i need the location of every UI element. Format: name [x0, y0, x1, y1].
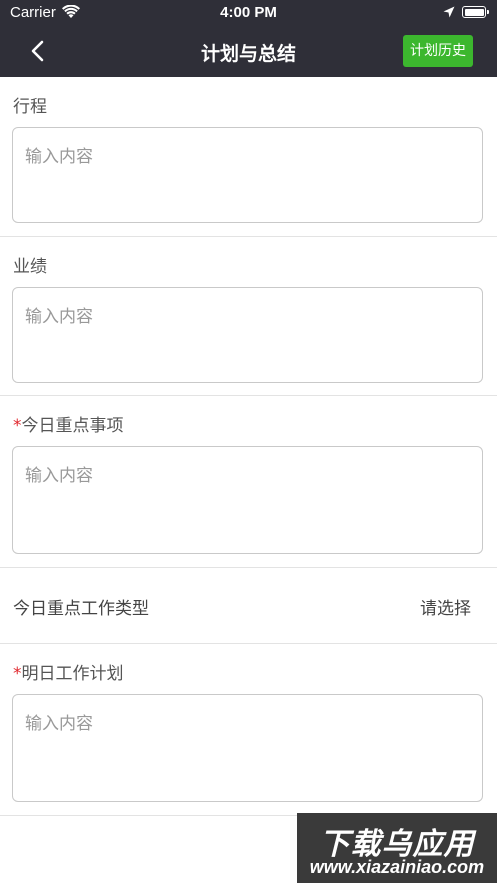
performance-input[interactable]: 输入内容	[12, 287, 483, 383]
today-focus-label: *今日重点事项	[13, 411, 124, 436]
top-bar: Carrier 4:00 PM 计划与总结 计划历史	[0, 0, 497, 77]
required-mark: *	[13, 664, 22, 684]
status-bar: Carrier 4:00 PM	[0, 0, 497, 26]
location-arrow-icon	[443, 6, 455, 18]
required-mark: *	[13, 416, 22, 436]
tomorrow-plan-placeholder: 输入内容	[25, 714, 93, 734]
today-focus-label-text: 今日重点事项	[21, 416, 124, 436]
battery-icon	[462, 6, 489, 18]
itinerary-label: 行程	[13, 97, 47, 117]
plan-history-button[interactable]: 计划历史	[403, 35, 473, 67]
today-focus-type-label: 今日重点工作类型	[13, 599, 149, 619]
itinerary-placeholder: 输入内容	[25, 147, 93, 167]
divider	[0, 395, 497, 396]
navigation-bar: 计划与总结 计划历史	[0, 26, 497, 77]
status-time: 4:00 PM	[220, 4, 277, 21]
performance-label: 业绩	[13, 257, 47, 277]
today-focus-placeholder: 输入内容	[25, 466, 93, 486]
divider	[0, 236, 497, 237]
divider	[0, 643, 497, 644]
today-focus-type-select[interactable]: 请选择	[420, 594, 471, 619]
tomorrow-plan-label-text: 明日工作计划	[21, 664, 124, 684]
itinerary-input[interactable]: 输入内容	[12, 127, 483, 223]
today-focus-input[interactable]: 输入内容	[12, 446, 483, 554]
divider	[0, 567, 497, 568]
tomorrow-plan-input[interactable]: 输入内容	[12, 694, 483, 802]
performance-placeholder: 输入内容	[25, 307, 93, 327]
tomorrow-plan-label: *明日工作计划	[13, 659, 124, 684]
watermark-url: www.xiazainiao.com	[309, 857, 485, 877]
watermark-logo: 下载乌应用 www.xiazainiao.com	[297, 813, 497, 883]
